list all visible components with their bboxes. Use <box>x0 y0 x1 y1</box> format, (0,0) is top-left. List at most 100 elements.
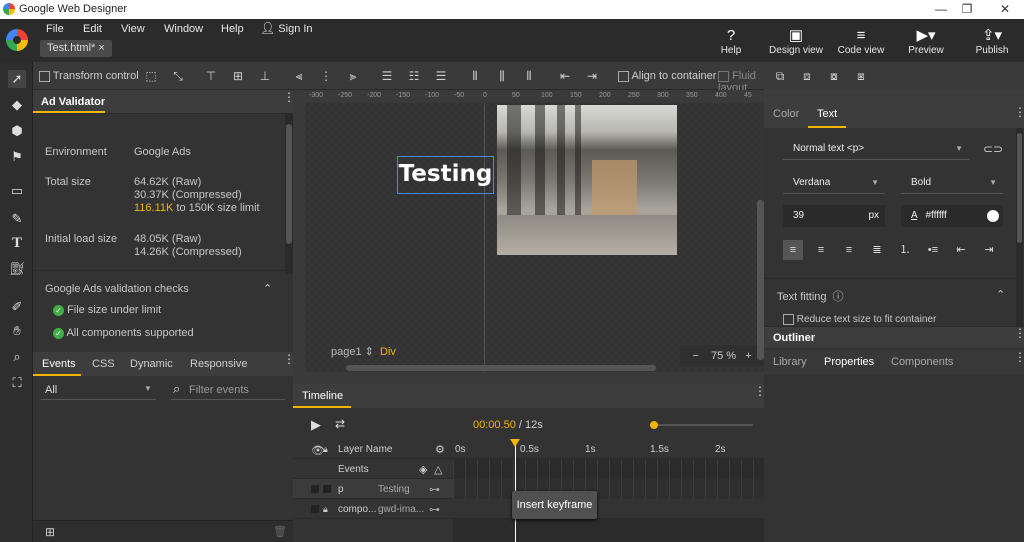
preview-button[interactable]: ▶▾ Preview <box>905 27 947 56</box>
play-button[interactable]: ▶ <box>311 417 321 433</box>
events-filter-select[interactable]: All ▼ <box>41 378 156 400</box>
distribute-bottom-icon[interactable]: ☰ <box>433 68 449 84</box>
align-text-left-icon[interactable]: ≡ <box>783 240 803 260</box>
align-to-container-toggle[interactable]: Align to container <box>618 70 716 82</box>
horizontal-ruler[interactable]: -300 -250 -200 -150 -100 -50 0 50 100 150 200 250 30… <box>293 90 764 103</box>
zoom-value[interactable]: 75 <box>711 350 723 362</box>
reduce-text-toggle[interactable]: Reduce text size to fit container <box>783 314 936 325</box>
design-view-button[interactable]: ▣ Design view <box>768 27 824 56</box>
increase-indent-icon[interactable]: ⇥ <box>979 240 999 260</box>
guide-line[interactable] <box>484 103 485 372</box>
justify-text-icon[interactable]: ≣ <box>867 240 887 260</box>
file-tab[interactable]: Test.html* × <box>40 40 112 57</box>
add-keyframe-icon[interactable]: ◈ <box>419 463 427 476</box>
font-color-input[interactable]: A #ffffff <box>901 205 1003 227</box>
collapse-checks-icon[interactable]: ⌃ <box>263 282 272 295</box>
vertical-ruler[interactable] <box>293 103 306 372</box>
size-width-icon[interactable]: ⇤ <box>557 68 573 84</box>
align-text-center-icon[interactable]: ≡ <box>811 240 831 260</box>
canvas-v-scrollbar[interactable] <box>757 200 764 360</box>
color-swatch[interactable] <box>987 210 999 222</box>
tab-responsive[interactable]: Responsive <box>190 358 247 370</box>
lock-icon[interactable]: 🔒︎ <box>323 444 328 455</box>
send-back-icon[interactable]: ⧆ <box>853 68 869 84</box>
numbered-list-icon[interactable]: ⒈ <box>895 240 915 260</box>
tab-css[interactable]: CSS <box>92 358 115 370</box>
zoom-out-button[interactable]: − <box>692 350 698 362</box>
transform-control-toggle[interactable]: Transform control <box>39 70 139 82</box>
info-icon[interactable]: ⓘ <box>833 291 844 303</box>
add-event-icon[interactable]: ⊞ <box>45 525 55 539</box>
decrease-indent-icon[interactable]: ⇤ <box>951 240 971 260</box>
hand-tool-icon[interactable]: ✋︎ <box>8 322 26 340</box>
close-window-button[interactable]: ✕ <box>990 2 1020 17</box>
reduce-text-checkbox[interactable] <box>783 314 794 325</box>
office-image[interactable] <box>497 105 677 255</box>
help-button[interactable]: ? Help <box>715 27 747 56</box>
tag-tool-icon[interactable]: ◆ <box>8 96 26 114</box>
size-height-icon[interactable]: ⇥ <box>584 68 600 84</box>
transform-control-checkbox[interactable] <box>39 70 50 82</box>
align-top-icon[interactable]: ⊤ <box>203 68 219 84</box>
distribute-top-icon[interactable]: ☰ <box>379 68 395 84</box>
distribute-left-icon[interactable]: ⫴ <box>467 68 483 84</box>
align-middle-icon[interactable]: ⊞ <box>230 68 246 84</box>
eraser-tool-icon[interactable]: ▭ <box>8 182 26 200</box>
text-element-selected[interactable]: Testing <box>397 156 494 194</box>
align-bottom-icon[interactable]: ⊥ <box>257 68 273 84</box>
events-search[interactable]: ⌕ Filter events <box>171 378 285 400</box>
menu-view[interactable]: View <box>121 23 145 35</box>
menu-help[interactable]: Help <box>221 23 244 35</box>
settings-gear-icon[interactable]: ⚙ <box>435 443 445 456</box>
publish-button[interactable]: ⇪▾ Publish <box>972 27 1012 56</box>
pen-tool-icon[interactable]: ✎ <box>8 210 26 228</box>
lock-icon[interactable]: 🔒︎ <box>323 504 328 515</box>
tab-dynamic[interactable]: Dynamic <box>130 358 173 370</box>
font-weight-select[interactable]: Bold ▼ <box>901 172 1003 194</box>
loop-button[interactable]: ⇄ <box>335 417 345 431</box>
link-icon[interactable]: ⊶ <box>429 503 440 516</box>
link-style-icon[interactable]: ⊂⊃ <box>983 142 1003 156</box>
add-event-marker-icon[interactable]: △ <box>434 463 442 476</box>
outliner-menu-icon[interactable]: ⋮ <box>1014 327 1024 339</box>
sign-in-button[interactable]: 👤︎ Sign In <box>260 21 313 35</box>
menu-edit[interactable]: Edit <box>83 23 102 35</box>
maximize-button[interactable]: ❐ <box>952 2 982 17</box>
timeline-zoom-slider[interactable] <box>650 421 753 429</box>
stage[interactable]: Testing page1 ⇕ Div − 75 % + <box>306 103 764 372</box>
selection-tool-icon[interactable]: ➚ <box>8 70 26 88</box>
color-tool-icon[interactable]: ✐ <box>8 298 26 316</box>
send-backward-icon[interactable]: ⧇ <box>826 68 842 84</box>
page-selector[interactable]: page1 ⇕ Div <box>331 345 396 358</box>
align-left-icon[interactable]: ⫷ <box>291 68 307 84</box>
tab-components[interactable]: Components <box>891 356 953 368</box>
tab-properties[interactable]: Properties <box>824 356 874 368</box>
properties-scrollbar[interactable] <box>1016 128 1023 328</box>
text-tool-icon[interactable]: T <box>8 234 26 252</box>
close-tab-icon[interactable]: × <box>98 42 104 54</box>
align-right-icon[interactable]: ⫸ <box>345 68 361 84</box>
events-menu-icon[interactable]: ⋮ <box>283 353 295 365</box>
menu-window[interactable]: Window <box>164 23 203 35</box>
ad-validator-menu-icon[interactable]: ⋮ <box>283 91 295 103</box>
bring-forward-icon[interactable]: ⧈ <box>799 68 815 84</box>
component-tool-icon[interactable]: ⚑ <box>8 148 26 166</box>
bring-front-icon[interactable]: ⧉ <box>772 68 788 84</box>
tab-color[interactable]: Color <box>773 108 799 120</box>
delete-event-icon[interactable]: 🗑︎ <box>273 525 287 538</box>
distribute-center-icon[interactable]: ⫼ <box>494 68 510 84</box>
text-style-select[interactable]: Normal text <p> ▼ <box>783 138 969 160</box>
tab-events[interactable]: Events <box>42 358 76 370</box>
align-to-container-checkbox[interactable] <box>618 70 629 82</box>
canvas-h-scrollbar[interactable] <box>346 365 656 371</box>
bullet-list-icon[interactable]: •≡ <box>923 240 943 260</box>
font-family-select[interactable]: Verdana ▼ <box>783 172 885 194</box>
3d-tool-icon[interactable]: ⬢ <box>8 122 26 140</box>
validator-scrollbar[interactable] <box>285 114 293 274</box>
transform-icon[interactable]: ⬚ <box>143 68 159 84</box>
distribute-right-icon[interactable]: ⫴ <box>521 68 537 84</box>
fill-tool-icon[interactable]: ⛽︎ <box>8 260 26 278</box>
font-size-input[interactable]: 39 px <box>783 205 885 227</box>
distribute-middle-icon[interactable]: ☷ <box>406 68 422 84</box>
time-ruler[interactable]: 0s 0.5s 1s 1.5s 2s <box>453 439 764 459</box>
